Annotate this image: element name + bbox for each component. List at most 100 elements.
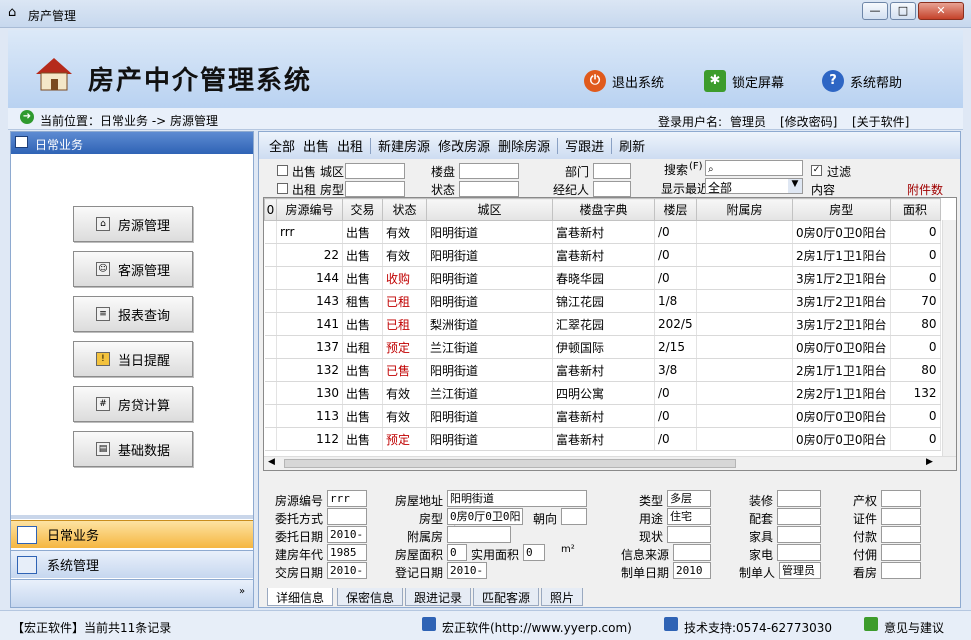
recent-select[interactable]: 全部 ▼ bbox=[705, 178, 803, 195]
rent-button[interactable]: 出租 bbox=[333, 136, 367, 155]
commission-field[interactable] bbox=[881, 544, 921, 561]
tab-system-management[interactable]: 系统管理 bbox=[11, 550, 253, 578]
sidebar-item-property[interactable]: ⌂ 房源管理 bbox=[73, 206, 193, 242]
address-field[interactable]: 阳明街道 bbox=[447, 490, 587, 507]
annex-field[interactable] bbox=[447, 526, 511, 543]
table-cell: 出售 bbox=[342, 266, 383, 290]
table-row[interactable]: 130 出售 有效 兰江街道 四明公寓/0 2房2厅1卫1阳台 132 bbox=[264, 381, 941, 405]
rent-checkbox[interactable] bbox=[277, 183, 288, 194]
decor-field[interactable] bbox=[777, 490, 821, 507]
splitter[interactable] bbox=[11, 515, 253, 519]
filter-checkbox[interactable]: ✓ bbox=[811, 165, 822, 176]
sale-button[interactable]: 出售 bbox=[299, 136, 333, 155]
state-field[interactable] bbox=[667, 526, 711, 543]
table-row[interactable]: 22 出售 有效 阳明街道 富巷新村/0 2房1厅1卫1阳台 0 bbox=[264, 243, 941, 267]
table-row[interactable]: 144 出售 收购 阳明街道 春晓华园/0 3房1厅2卫1阳台 0 bbox=[264, 266, 941, 290]
scroll-left-icon[interactable]: ◀ bbox=[268, 457, 275, 467]
sidebar-item-reminder[interactable]: ! 当日提醒 bbox=[73, 341, 193, 377]
column-header[interactable]: 附属房 bbox=[696, 198, 793, 221]
building-input[interactable] bbox=[459, 163, 519, 179]
attachment-column-header[interactable]: 0 bbox=[264, 198, 277, 221]
sidebar-item-base-data[interactable]: ▤ 基础数据 bbox=[73, 431, 193, 467]
website-link[interactable]: 宏正软件(http://www.yyerp.com) bbox=[442, 619, 632, 636]
table-row[interactable]: 137 出租 预定 兰江街道 伊顿国际 2/15 0房0厅0卫0阳台 0 bbox=[264, 335, 941, 359]
column-header[interactable]: 楼层 bbox=[654, 198, 697, 221]
tab-private[interactable]: 保密信息 bbox=[337, 588, 404, 606]
delete-property-button[interactable]: 删除房源 bbox=[494, 136, 554, 155]
refresh-button[interactable]: 刷新 bbox=[615, 136, 649, 155]
appliance-field[interactable] bbox=[777, 544, 821, 561]
help-button[interactable]: ? 系统帮助 bbox=[822, 68, 902, 94]
agent-input[interactable] bbox=[593, 181, 631, 197]
table-row[interactable]: 112 出售 预定 阳明街道 富巷新村/0 0房0厅0卫0阳台 0 bbox=[264, 427, 941, 451]
ownership-field[interactable] bbox=[881, 490, 921, 507]
room-type-field[interactable]: 0房0厅0卫0阳台 bbox=[447, 508, 523, 538]
real-area-field[interactable]: 0 bbox=[523, 544, 545, 561]
maximize-button[interactable]: □ bbox=[890, 2, 916, 20]
horizontal-scrollbar[interactable]: ◀ ▶ bbox=[264, 456, 956, 470]
column-header[interactable]: 房源编号 bbox=[276, 198, 343, 221]
viewing-field[interactable] bbox=[881, 562, 921, 579]
district-input[interactable] bbox=[345, 163, 405, 179]
vertical-scrollbar[interactable] bbox=[942, 220, 956, 456]
build-year-field[interactable]: 1985 bbox=[327, 544, 367, 561]
tab-details[interactable]: 详细信息 bbox=[267, 588, 334, 606]
column-header[interactable]: 城区 bbox=[426, 198, 553, 221]
certificate-field[interactable] bbox=[881, 508, 921, 525]
entrust-field[interactable] bbox=[327, 508, 367, 525]
search-input[interactable]: ⌕ bbox=[705, 160, 803, 176]
tab-follow-up[interactable]: 跟进记录 bbox=[405, 588, 472, 606]
reg-date-field[interactable]: 2010- bbox=[447, 562, 487, 579]
table-row[interactable]: 113 出售 有效 阳明街道 富巷新村/0 0房0厅0卫0阳台 0 bbox=[264, 404, 941, 428]
change-password-link[interactable]: [修改密码] bbox=[780, 113, 837, 130]
column-header[interactable]: 面积 bbox=[889, 198, 941, 221]
status-input[interactable] bbox=[459, 181, 519, 197]
use-field[interactable]: 住宅 bbox=[667, 508, 711, 525]
table-row[interactable]: 141 出售 已租 梨洲街道 汇翠花园 202/5 3房1厅2卫1阳台 80 bbox=[264, 312, 941, 336]
sidebar-item-loan-calc[interactable]: # 房贷计算 bbox=[73, 386, 193, 422]
orientation-field[interactable] bbox=[561, 508, 587, 525]
table-row[interactable]: 132 出售 已售 阳明街道 富巷新村 3/8 2房1厅1卫1阳台 80 bbox=[264, 358, 941, 382]
tab-photos[interactable]: 照片 bbox=[541, 588, 584, 606]
area-field[interactable]: 0 bbox=[447, 544, 467, 561]
column-header[interactable]: 楼盘字典 bbox=[552, 198, 655, 221]
sale-checkbox[interactable] bbox=[277, 165, 288, 176]
follow-up-button[interactable]: 写跟进 bbox=[561, 136, 608, 155]
payment-field[interactable] bbox=[881, 526, 921, 543]
table-row[interactable]: rrr 出售 有效 阳明街道 富巷新村/0 0房0厅0卫0阳台 0 bbox=[264, 220, 941, 244]
tab-daily-business[interactable]: 日常业务 bbox=[11, 520, 253, 548]
furniture-field[interactable] bbox=[777, 526, 821, 543]
deal-date-field[interactable]: 2010- bbox=[327, 562, 367, 579]
kind-field[interactable]: 多层 bbox=[667, 490, 711, 507]
row-indicator bbox=[264, 381, 277, 405]
scroll-thumb[interactable] bbox=[284, 459, 736, 468]
id-field[interactable]: rrr bbox=[327, 490, 367, 507]
column-header[interactable]: 房型 bbox=[792, 198, 891, 221]
tab-match-customers[interactable]: 匹配客源 bbox=[473, 588, 540, 606]
table-cell: 汇翠花园 bbox=[552, 312, 655, 336]
facility-field[interactable] bbox=[777, 508, 821, 525]
edit-property-button[interactable]: 修改房源 bbox=[434, 136, 494, 155]
house-type-input[interactable] bbox=[345, 181, 405, 197]
new-property-button[interactable]: 新建房源 bbox=[374, 136, 434, 155]
maker-field[interactable]: 管理员 bbox=[779, 562, 821, 579]
sidebar-item-report[interactable]: ≡ 报表查询 bbox=[73, 296, 193, 332]
sidebar-item-customer[interactable]: ☺ 客源管理 bbox=[73, 251, 193, 287]
state-label: 现状 bbox=[639, 530, 664, 544]
all-button[interactable]: 全部 bbox=[265, 136, 299, 155]
minimize-button[interactable]: — bbox=[862, 2, 888, 20]
chevron-down-icon[interactable]: » bbox=[239, 586, 245, 597]
close-button[interactable]: ✕ bbox=[918, 2, 964, 20]
made-date-field[interactable]: 2010 bbox=[673, 562, 711, 579]
about-link[interactable]: [关于软件] bbox=[852, 113, 909, 130]
entrust-date-field[interactable]: 2010- bbox=[327, 526, 367, 543]
lock-screen-button[interactable]: ✱ 锁定屏幕 bbox=[704, 68, 784, 94]
feedback-link[interactable]: 意见与建议 bbox=[884, 619, 944, 636]
table-row[interactable]: 143 租售 已租 阳明街道 锦江花园 1/8 3房1厅2卫1阳台 70 bbox=[264, 289, 941, 313]
scroll-right-icon[interactable]: ▶ bbox=[926, 457, 933, 467]
exit-button[interactable]: ⏻ 退出系统 bbox=[584, 68, 664, 94]
column-header[interactable]: 状态 bbox=[382, 198, 427, 221]
dept-input[interactable] bbox=[593, 163, 631, 179]
column-header[interactable]: 交易 bbox=[342, 198, 383, 221]
source-field[interactable] bbox=[673, 544, 711, 561]
